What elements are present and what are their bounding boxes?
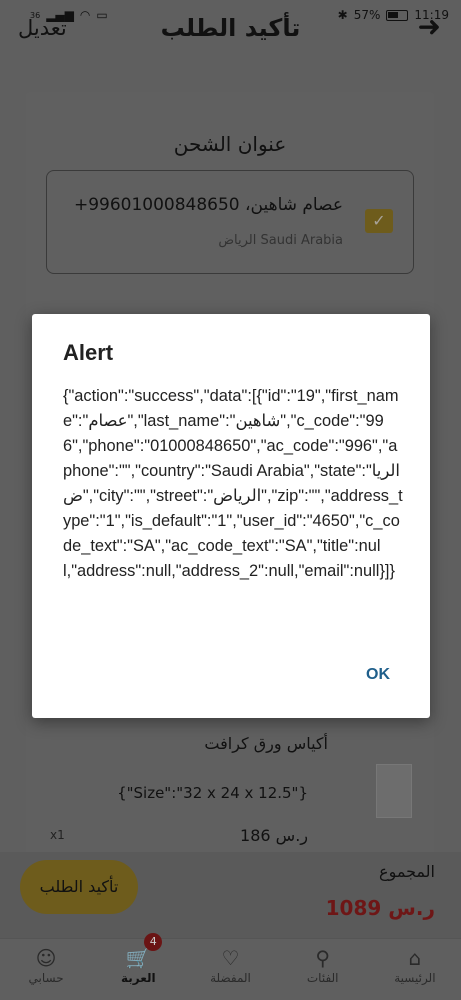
product-quantity: x1 [50, 828, 65, 842]
header: تعديل تأكيد الطلب ➜ [0, 10, 461, 50]
home-icon: ⌂ [408, 946, 422, 970]
address-option[interactable]: عصام شاهين، 99601000848650+ Saudi Arabia… [46, 170, 414, 274]
alert-dialog: Alert {"action":"success","data":[{"id":… [32, 314, 430, 718]
cart-icon: 🛒 [125, 946, 151, 970]
nav-label: حسابي [28, 971, 64, 985]
product-name: أكياس ورق كرافت [204, 734, 328, 753]
confirm-order-button[interactable]: تأكيد الطلب [20, 860, 138, 914]
total-value: 1089 ر.س [325, 896, 435, 920]
page-title: تأكيد الطلب [160, 14, 301, 42]
nav-item-home[interactable]: ⌂ الرئيسية [369, 939, 461, 1000]
total-bar: تأكيد الطلب المجموع 1089 ر.س [0, 852, 461, 938]
nav-item-account[interactable]: ☺ حسابي [0, 939, 92, 1000]
nav-item-cart[interactable]: 🛒 4 العربة [92, 933, 184, 1000]
nav-item-categories[interactable]: ⚲ الفئات [277, 939, 369, 1000]
dialog-message: {"action":"success","data":[{"id":"19","… [63, 387, 403, 580]
product-price: 186 ر.س [240, 826, 308, 845]
nav-label: المفضلة [210, 971, 251, 985]
nav-label: الفئات [306, 971, 339, 985]
total-label: المجموع [379, 862, 435, 881]
product-image [376, 764, 412, 818]
nav-label: الرئيسية [394, 971, 436, 985]
search-icon: ⚲ [315, 946, 331, 970]
bottom-nav: ⌂ الرئيسية ⚲ الفئات ♡ المفضلة 🛒 4 العربة… [0, 933, 461, 1000]
check-icon[interactable]: ✓ [365, 209, 393, 233]
arrow-right-icon[interactable]: ➜ [418, 10, 441, 43]
nav-label: العربة [120, 971, 156, 985]
address-city-country: Saudi Arabia الرياض [218, 233, 343, 248]
user-icon: ☺ [35, 946, 57, 970]
shipping-title: عنوان الشحن [173, 132, 287, 156]
dialog-title: Alert [63, 340, 114, 365]
address-name-phone: عصام شاهين، 99601000848650+ [73, 195, 343, 215]
nav-item-favorites[interactable]: ♡ المفضلة [184, 939, 276, 1000]
product-size: {"Size":"32 x 24 x 12.5"} [117, 784, 308, 802]
ok-button[interactable]: OK [366, 666, 390, 684]
heart-icon: ♡ [221, 946, 240, 970]
